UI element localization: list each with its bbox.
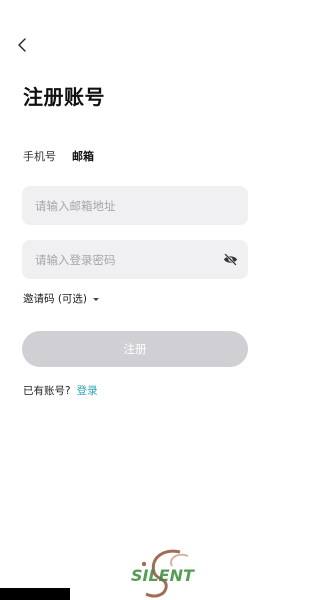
invite-code-label: 邀请码 (可选) <box>23 293 88 305</box>
login-prompt: 已有账号? 登录 <box>23 384 98 398</box>
invite-code-toggle[interactable]: 邀请码 (可选) <box>23 292 100 306</box>
bottom-overlay-bar <box>0 588 70 600</box>
page-title: 注册账号 <box>23 85 105 109</box>
email-input[interactable] <box>33 197 237 214</box>
have-account-text: 已有账号? <box>23 385 71 397</box>
tab-phone[interactable]: 手机号 <box>23 150 56 164</box>
back-button[interactable] <box>14 36 30 54</box>
caret-down-icon <box>93 297 100 301</box>
silent-logo-text: SILENT <box>131 566 195 585</box>
password-field[interactable] <box>22 240 248 279</box>
eye-off-icon <box>223 253 237 265</box>
silent-logo: SILENT <box>131 549 195 598</box>
tab-email[interactable]: 邮箱 <box>72 150 94 164</box>
login-method-tabs: 手机号 邮箱 <box>23 150 94 164</box>
email-field[interactable] <box>22 186 248 225</box>
register-button[interactable]: 注册 <box>22 331 248 367</box>
password-visibility-toggle[interactable] <box>222 251 238 267</box>
chevron-left-icon <box>18 38 26 52</box>
password-input[interactable] <box>33 251 214 268</box>
login-link[interactable]: 登录 <box>77 385 98 397</box>
